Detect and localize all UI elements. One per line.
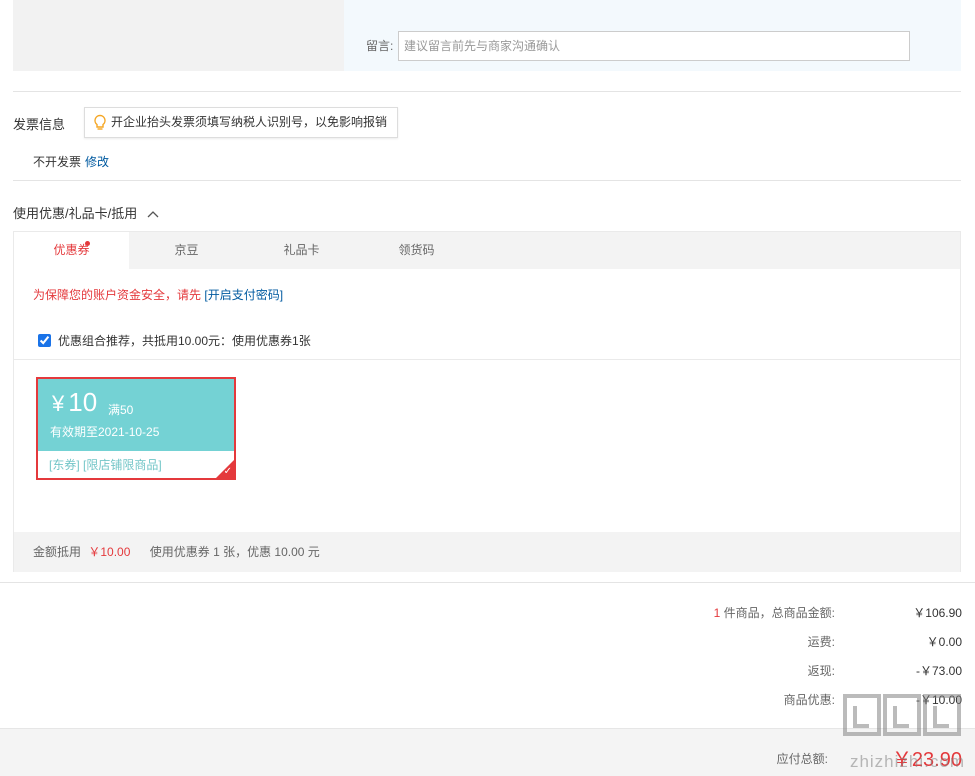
tab-coupons[interactable]: 优惠券 [14,232,129,269]
invoice-edit-link[interactable]: 修改 [85,155,109,169]
item-count: 1 [713,606,721,620]
remark-label: 留言: [366,39,394,53]
coupon-expiry: 有效期至2021-10-25 [50,425,160,439]
coupon-currency: ¥ [52,391,65,416]
total-row-items: 1 件商品，总商品金额: ￥106.90 [662,604,962,633]
tab-coupons-label: 优惠券 [53,243,90,257]
total-row-shipping: 运费: ￥0.00 [662,633,962,662]
invoice-tip-text: 开企业抬头发票须填写纳税人识别号，以免影响报销 [111,115,388,129]
lightbulb-icon [94,114,106,130]
tab-jd-beans[interactable]: 京豆 [129,232,244,269]
combo-recommend[interactable]: 优惠组合推荐，共抵用10.00元：使用优惠券1张 [38,332,311,349]
coupon-tabs: 优惠券 京豆 礼品卡 领货码 [14,232,960,269]
divider [13,91,961,92]
order-remark-panel: 留言: [13,0,961,71]
divider [0,582,975,583]
cashback-value: -￥73.00 [915,664,962,678]
security-note-text: 为保障您的账户资金安全，请先 [33,288,202,302]
combo-checkbox[interactable] [38,334,51,347]
items-value: ￥106.90 [913,606,962,620]
remark-input[interactable] [398,31,910,61]
total-row-cashback: 返现: -￥73.00 [662,662,962,691]
tab-redeem-code[interactable]: 领货码 [359,232,474,269]
items-label: 件商品，总商品金额: [723,606,835,620]
shipping-label: 运费: [807,635,835,649]
coupon-amount: ¥10 [52,387,97,418]
chevron-up-icon [147,211,159,218]
coupon-section-toggle[interactable]: 使用优惠/礼品卡/抵用 [13,203,159,222]
coupon-amount-value: 10 [68,387,98,417]
summary-amount: ￥10.00 [88,545,131,559]
invoice-title: 发票信息 [13,117,66,132]
coupon-section-title: 使用优惠/礼品卡/抵用 [13,206,138,221]
summary-used: 使用优惠券 1 张，优惠 10.00 元 [149,545,320,559]
discount-value: -￥10.00 [915,693,962,707]
invoice-tip: 开企业抬头发票须填写纳税人识别号，以免影响报销 [84,107,399,138]
payment-bar: 应付总额: ￥23.90 [0,728,975,776]
invoice-status: 不开发票 修改 [33,153,109,170]
cashback-label: 返现: [807,664,835,678]
coupon-card-header: ¥10 满50 有效期至2021-10-25 [38,379,234,451]
summary-label: 金额抵用 [33,545,82,559]
payable-label: 应付总额: [776,752,828,766]
divider [13,180,961,181]
invoice-status-text: 不开发票 [33,155,82,169]
coupon-tags: [东券] [限店铺限商品] [49,458,162,472]
coupon-card[interactable]: ¥10 满50 有效期至2021-10-25 [东券] [限店铺限商品] ✓ [36,377,236,480]
order-totals: 1 件商品，总商品金额: ￥106.90 运费: ￥0.00 返现: -￥73.… [662,604,962,720]
tab-badge-dot [85,241,90,246]
shipping-value: ￥0.00 [926,635,962,649]
divider [14,359,960,360]
remark-area: 留言: [344,0,961,71]
coupon-panel: 优惠券 京豆 礼品卡 领货码 为保障您的账户资金安全，请先 [开启支付密码] 优… [13,231,961,572]
discount-label: 商品优惠: [783,693,835,707]
tab-gift-card[interactable]: 礼品卡 [244,232,359,269]
coupon-summary: 金额抵用 ￥10.00 使用优惠券 1 张，优惠 10.00 元 [14,532,960,572]
total-row-discount: 商品优惠: -￥10.00 [662,691,962,720]
payable-value: ￥23.90 [891,749,962,771]
check-icon: ✓ [223,466,232,477]
security-note: 为保障您的账户资金安全，请先 [开启支付密码] [33,286,283,303]
combo-text: 优惠组合推荐，共抵用10.00元：使用优惠券1张 [58,334,311,348]
enable-pay-password-link[interactable]: [开启支付密码] [204,288,283,302]
coupon-condition: 满50 [108,403,134,417]
